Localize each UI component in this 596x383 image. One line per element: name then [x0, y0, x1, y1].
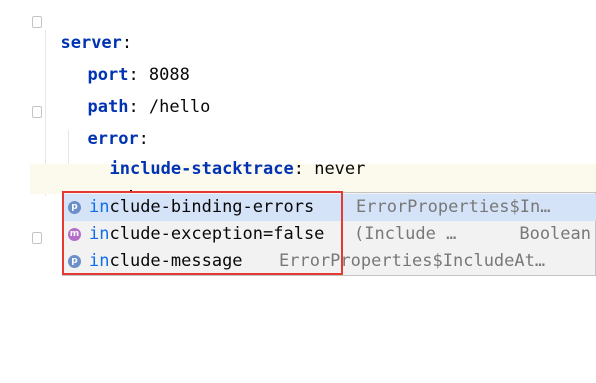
yaml-key: include-stacktrace: [109, 159, 294, 179]
code-line-path[interactable]: path: /hello: [67, 74, 210, 117]
red-annotation-box: [62, 191, 343, 275]
code-line-error[interactable]: error:: [67, 106, 148, 149]
yaml-value: never: [303, 159, 366, 179]
completion-item-type: ErrorProperties$In…: [356, 197, 551, 217]
yaml-value: /hello: [138, 97, 211, 117]
completion-item-return-type: Boolean: [519, 224, 591, 244]
code-line-server[interactable]: server:: [40, 10, 132, 53]
fold-marker-error[interactable]: [32, 106, 42, 118]
fold-marker-next[interactable]: [32, 232, 42, 244]
yaml-colon: :: [293, 159, 304, 179]
completion-item-type: (Include …: [354, 224, 457, 244]
code-line-typing[interactable]: in: [89, 168, 132, 211]
editor-gutter: [0, 0, 30, 276]
code-line-include-stacktrace[interactable]: include-stacktrace: never: [89, 136, 365, 179]
code-line-port[interactable]: port: 8088: [67, 42, 189, 85]
